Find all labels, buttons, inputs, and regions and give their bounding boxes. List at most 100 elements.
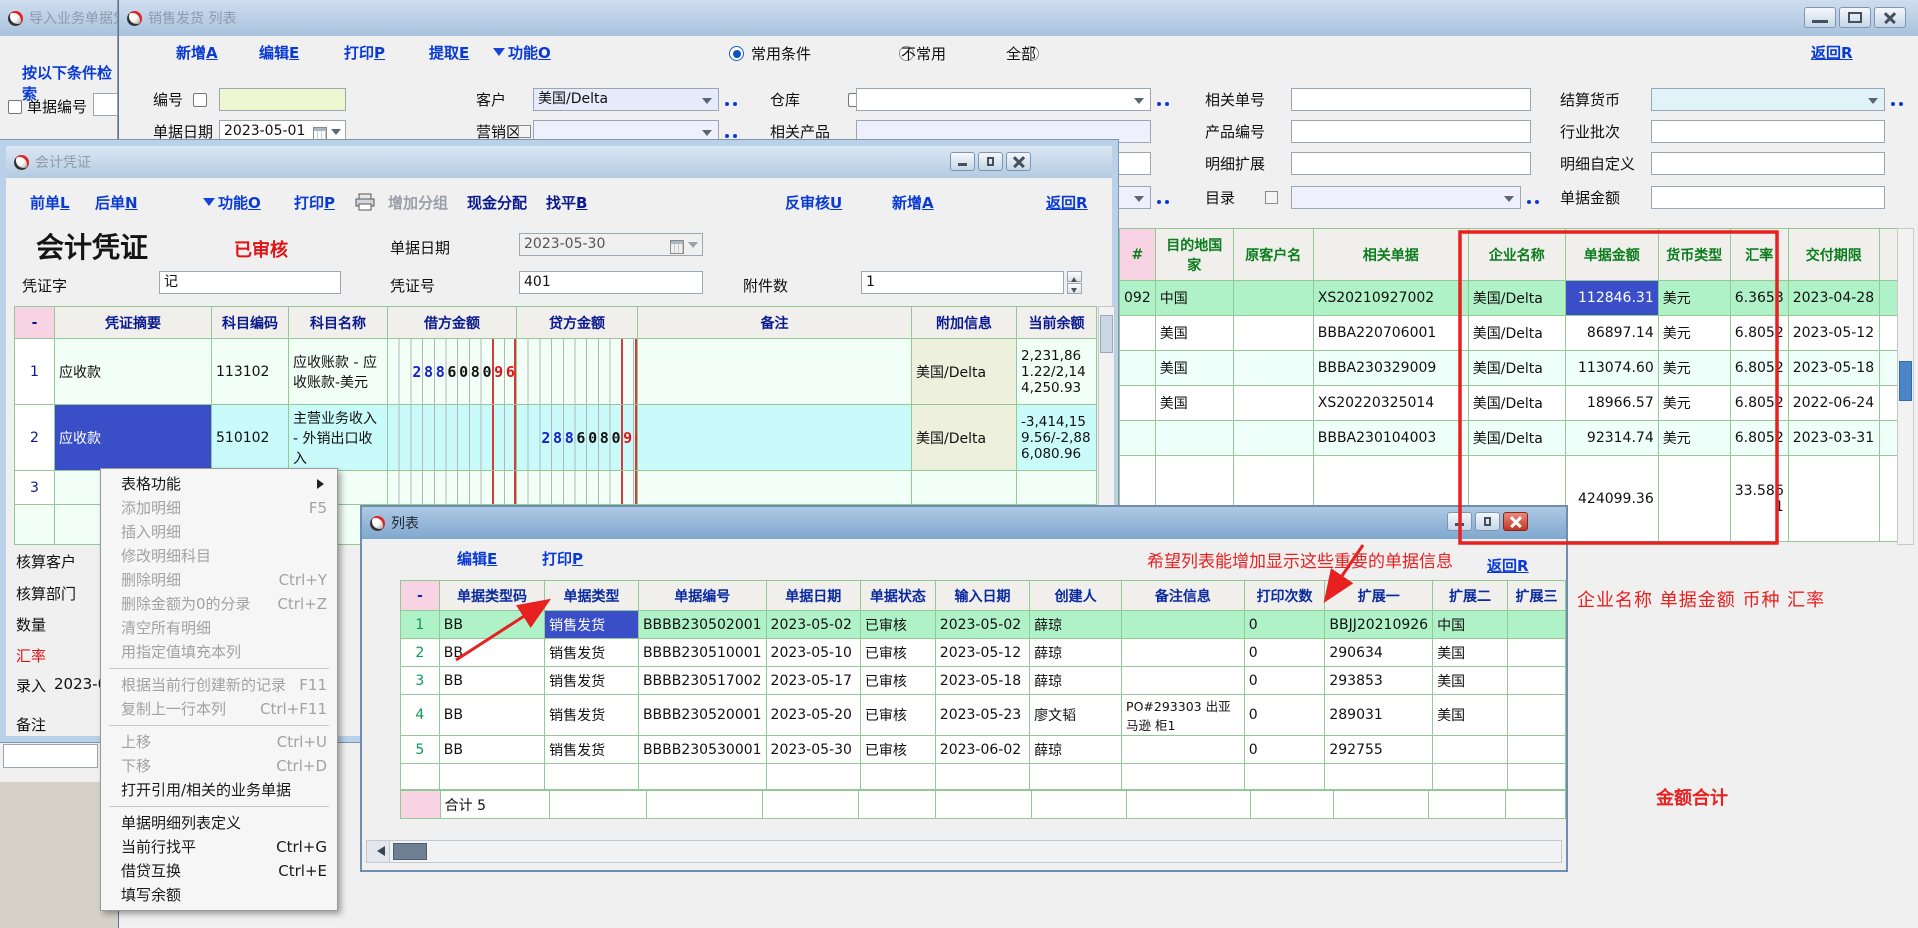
column-header[interactable]: 扩展三 [1508,581,1566,611]
table-row[interactable]: BBBA230104003美国/Delta92314.74美元6.8052202… [1120,421,1905,456]
account-name-cell[interactable]: 应收账款 - 应收账款-美元 [289,339,388,405]
catalog-minibox[interactable] [1265,191,1278,204]
country-cell[interactable]: 中国 [1155,281,1233,316]
column-header[interactable]: 借方金额 [388,307,517,339]
print-count-cell[interactable]: 0 [1244,667,1325,695]
currency-cell[interactable]: 美元 [1658,316,1730,351]
note-cell[interactable] [1122,639,1245,667]
column-header[interactable]: 单据编号 [638,581,766,611]
currency-cell[interactable]: 美元 [1658,386,1730,421]
lookup-dots-icon[interactable] [1891,99,1905,107]
prev-doc-button[interactable]: 前单L [30,192,70,213]
menu-item[interactable]: 添加明细F5 [101,496,337,520]
menu-item[interactable]: 复制上一行本列Ctrl+F11 [101,697,337,721]
input-date-cell[interactable]: 2023-05-18 [935,667,1029,695]
ext2-cell[interactable]: 美国 [1433,695,1508,736]
doc-date-field[interactable]: 2023-05-30 [519,233,703,256]
edit-button[interactable]: 编辑E [457,548,497,569]
print-button[interactable]: 打印P [542,548,583,569]
doc-amount-input[interactable] [1651,186,1885,209]
related-doc-cell[interactable]: XS20210927002 [1313,281,1468,316]
radio-common[interactable] [729,46,744,61]
close-button[interactable] [1006,152,1031,171]
doc-date-cell[interactable]: 2023-05-02 [766,611,860,639]
maximize-button[interactable] [1839,7,1871,28]
amount-cell[interactable]: 92314.74 [1565,421,1658,456]
orig-customer-cell[interactable] [1233,351,1313,386]
detail-ext-input[interactable] [1291,152,1531,175]
menu-item[interactable]: 下移Ctrl+D [101,754,337,778]
column-header[interactable]: 原客户名 [1233,229,1313,281]
doc-no-cell[interactable]: BBBB230520001 [638,695,766,736]
company-cell[interactable]: 美国/Delta [1468,316,1565,351]
voucher-no-field[interactable]: 401 [519,271,703,294]
titlebar-import[interactable]: 导入业务单据凭证 [0,0,117,36]
doc-type-cell[interactable]: 销售发货 [545,695,639,736]
print-count-cell[interactable]: 0 [1244,736,1325,764]
lookup-dots-icon[interactable] [1157,99,1171,107]
menu-item[interactable]: 借贷互换Ctrl+E [101,859,337,883]
column-header[interactable]: 单据金额 [1565,229,1658,281]
ledger-amount-cell[interactable] [388,471,517,505]
attach-count-field[interactable]: 1 [861,271,1064,294]
currency-cell[interactable]: 美元 [1658,421,1730,456]
ext3-cell[interactable] [1508,639,1566,667]
customer-select[interactable]: 美国/Delta [533,88,719,111]
related-doc-cell[interactable]: XS20220325014 [1313,386,1468,421]
minimize-button[interactable] [950,152,975,171]
scroll-left-button[interactable] [367,841,390,862]
import-bottom-field[interactable] [3,744,98,768]
print-button[interactable]: 打印P [294,192,335,213]
status-cell[interactable]: 已审核 [860,695,935,736]
voucher-word-field[interactable]: 记 [159,271,341,294]
balance-cell[interactable] [1017,471,1097,505]
doc-type-cell[interactable]: 销售发货 [545,736,639,764]
date-dropdown-arrow-icon[interactable] [331,129,341,140]
column-header[interactable]: 凭证摘要 [55,307,212,339]
new-button[interactable]: 新增A [892,192,934,213]
list-row[interactable]: 2BB销售发货BBBB2305100012023-05-10已审核2023-05… [401,639,1566,667]
column-header[interactable]: 科目名称 [289,307,388,339]
ext1-cell[interactable]: 289031 [1325,695,1433,736]
scrollbar-thumb[interactable] [1899,361,1912,401]
country-cell[interactable] [1155,421,1233,456]
due-date-cell[interactable]: 2022-06-24 [1788,386,1879,421]
input-date-cell[interactable]: 2023-05-12 [935,639,1029,667]
back-button[interactable]: 返回R [1046,192,1088,213]
company-cell[interactable]: 美国/Delta [1468,421,1565,456]
menu-item[interactable]: 根据当前行创建新的记录F11 [101,673,337,697]
doc-no-cell[interactable]: BBBB230517002 [638,667,766,695]
menu-item[interactable]: 删除明细Ctrl+Y [101,568,337,592]
type-code-cell[interactable]: BB [439,695,544,736]
column-header[interactable]: - [401,581,440,611]
extract-button[interactable]: 提取E [429,42,469,63]
column-header[interactable]: 备注 [638,307,912,339]
spinner-up[interactable] [1067,271,1082,282]
scrollbar-thumb[interactable] [393,843,427,860]
creator-cell[interactable]: 薛琼 [1030,639,1122,667]
func-button[interactable]: 功能O [203,192,261,213]
creator-cell[interactable]: 薛琼 [1030,736,1122,764]
row-id-cell[interactable] [1120,316,1156,351]
type-code-cell[interactable]: BB [439,639,544,667]
minimize-button[interactable] [1804,7,1836,28]
titlebar-voucher[interactable]: 会计凭证 [6,146,1112,178]
column-header[interactable]: 备注信息 [1122,581,1245,611]
extra-info-cell[interactable]: 美国/Delta [912,405,1017,471]
table-row[interactable]: 092中国XS20210927002美国/Delta112846.31美元6.3… [1120,281,1905,316]
ext1-cell[interactable]: 293853 [1325,667,1433,695]
ext3-cell[interactable] [1508,695,1566,736]
maximize-button[interactable] [1475,512,1500,531]
spinner-down[interactable] [1067,283,1082,294]
menu-item[interactable]: 删除金额为0的分录Ctrl+Z [101,592,337,616]
column-header[interactable]: 打印次数 [1244,581,1325,611]
horizontal-scrollbar[interactable] [366,840,1562,863]
row-id-cell[interactable]: 092 [1120,281,1156,316]
balance-cell[interactable]: 2,231,861.22/2,144,250.93 [1017,339,1097,405]
row-number-cell[interactable]: 3 [15,471,55,505]
doc-no-checkbox[interactable] [8,100,22,114]
row-number-cell[interactable]: 4 [401,695,440,736]
input-date-cell[interactable]: 2023-05-23 [935,695,1029,736]
ext2-cell[interactable]: 中国 [1433,611,1508,639]
doc-type-cell[interactable]: 销售发货 [545,667,639,695]
